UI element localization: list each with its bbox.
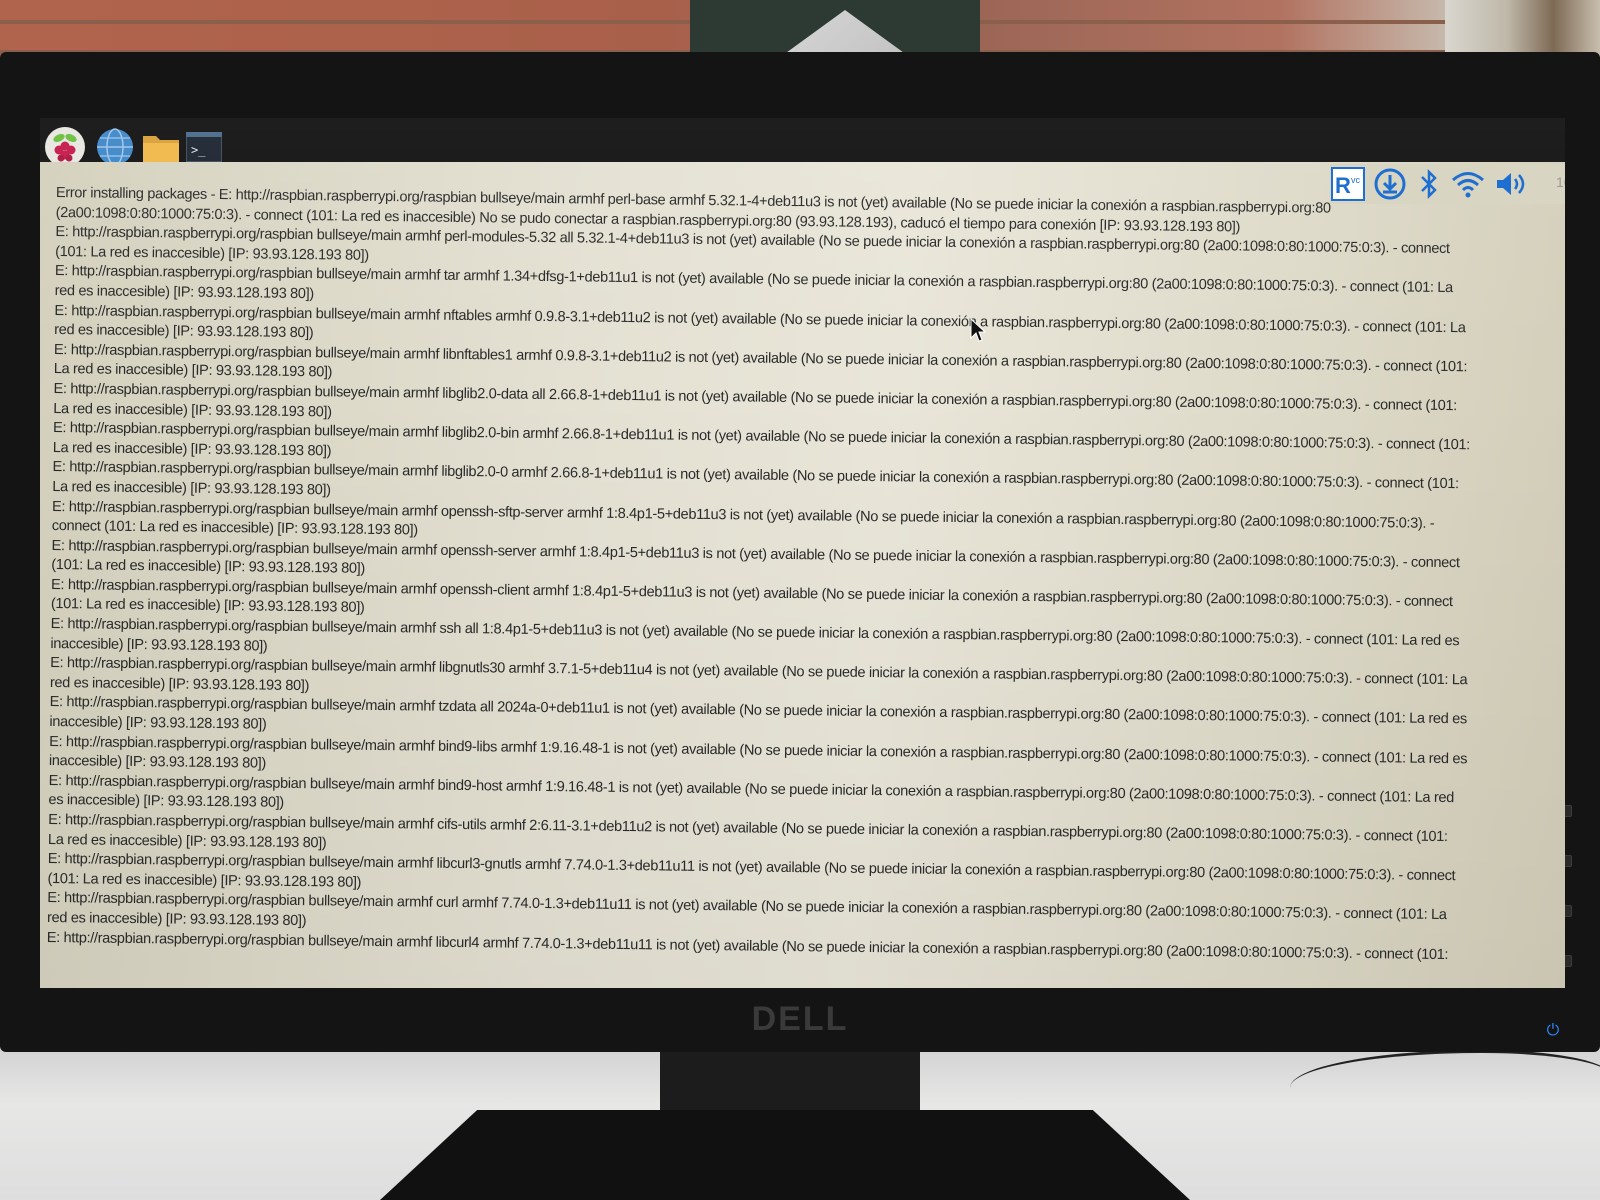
realvnc-icon[interactable]: R vc	[1330, 167, 1366, 201]
system-tray: R vc 1	[1330, 164, 1565, 204]
monitor-power-icon[interactable]: ⏻	[1544, 1022, 1562, 1040]
volume-icon[interactable]	[1492, 168, 1532, 200]
download-updates-icon[interactable]	[1372, 168, 1408, 200]
mouse-cursor-icon	[970, 317, 987, 344]
wifi-icon[interactable]	[1448, 168, 1488, 200]
error-dialog: Error installing packages - E: http://ra…	[40, 162, 1565, 988]
monitor-brand-logo: DELL	[751, 1000, 849, 1038]
clock[interactable]: 16:06	[1556, 174, 1565, 190]
svg-text:vc: vc	[1351, 175, 1361, 185]
svg-text:R: R	[1335, 173, 1351, 198]
screen: >_ Error installing packages - E: http:/…	[40, 118, 1565, 988]
svg-text:>_: >_	[191, 143, 206, 157]
bluetooth-icon[interactable]	[1414, 168, 1444, 200]
error-log: Error installing packages - E: http://ra…	[47, 184, 1524, 966]
monitor-stand-base	[380, 1110, 1190, 1200]
